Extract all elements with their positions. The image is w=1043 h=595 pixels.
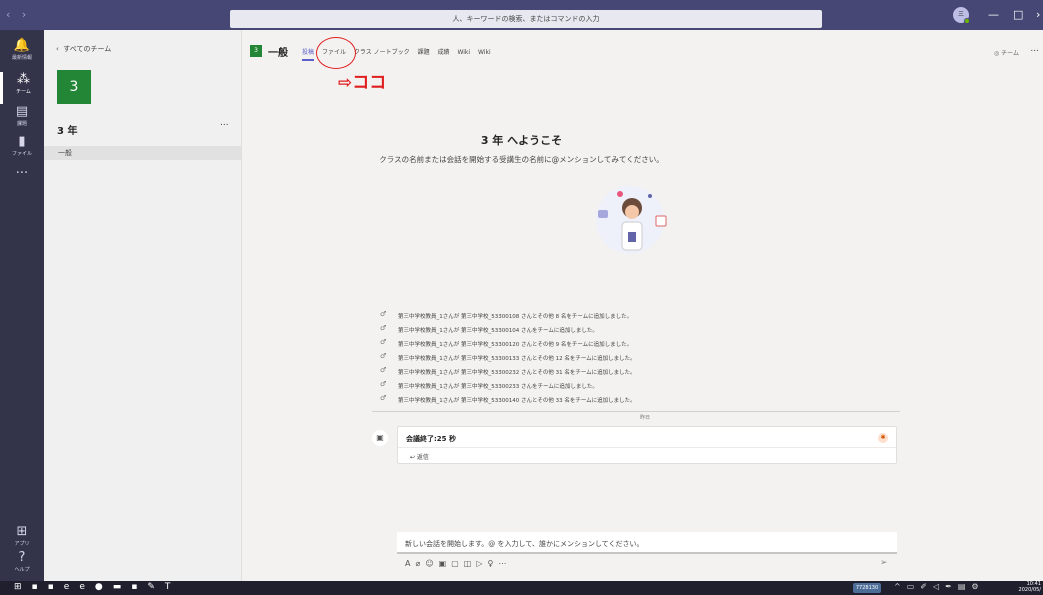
- maximize-icon[interactable]: □: [1013, 8, 1023, 21]
- rail-help[interactable]: ? ヘルプ: [0, 550, 44, 582]
- meeting-title: 会議終了:25 秒: [406, 435, 456, 443]
- emoji-icon[interactable]: ☺: [425, 559, 438, 568]
- welcome-subtitle: クラスの名前または会話を開始する受講生の名前に@メンションしてみてください。: [379, 155, 664, 164]
- taskbar-apps: ⊞▪▪ee●▬▪✎T: [14, 582, 180, 592]
- tab-posts[interactable]: 投稿: [302, 49, 315, 61]
- send-icon[interactable]: ➢: [880, 558, 888, 568]
- activity-item: ♂ 第三中学校教員_1さんが 第三中学校_53300104 さんをチームに追加しま…: [380, 324, 598, 334]
- close-icon[interactable]: ›: [1036, 8, 1040, 21]
- back-to-all-teams[interactable]: ‹ すべてのチーム: [56, 44, 111, 54]
- app-rail: 🔔 最新情報 ⁂ チーム ▤ 課題 ▮ ファイル ... ⊞ アプリ ? ヘルプ: [0, 30, 44, 581]
- start-icon[interactable]: ⊞: [14, 582, 32, 592]
- activity-item: ♂ 第三中学校教員_1さんが 第三中学校_53300140 さんとその他 33 名…: [380, 394, 636, 404]
- date-divider: [372, 411, 900, 412]
- annotation-circle: [316, 37, 356, 69]
- header-more-options[interactable]: ...: [1030, 44, 1039, 54]
- nav-arrows[interactable]: ‹ ›: [6, 8, 30, 21]
- tab-class-notebook[interactable]: クラス ノートブック: [354, 49, 410, 56]
- reply-button[interactable]: ↩ 返信: [410, 452, 429, 461]
- title-bar: ‹ › 人、キーワードの検索、またはコマンドの入力 三 — □ ›: [0, 0, 1043, 30]
- team-panel: ‹ すべてのチーム 3 3 年 ... 一般: [44, 30, 242, 581]
- settings-icon[interactable]: ⚙: [971, 582, 984, 591]
- gif-icon[interactable]: ▣: [439, 559, 452, 568]
- channel-main: 3 一般 投稿 ファイル クラス ノートブック 課題 成績 Wiki Wiki …: [242, 30, 1043, 581]
- minimize-icon[interactable]: —: [988, 8, 999, 21]
- app-icon[interactable]: ▪: [131, 582, 147, 592]
- compose-toolbar: A⌀☺▣▢◫▷♀⋯: [405, 559, 511, 568]
- channel-title: 一般: [268, 48, 288, 59]
- windows-taskbar: ⊞▪▪ee●▬▪✎T 7728130 ^▭✐◁✒▤⚙ 10:41 2020/05…: [0, 581, 1043, 595]
- pen-icon[interactable]: ✐: [920, 582, 933, 591]
- date-divider-label: 昨日: [640, 415, 651, 421]
- format-icon[interactable]: A: [405, 559, 415, 568]
- paint-icon[interactable]: ✎: [147, 582, 165, 592]
- team-button[interactable]: ◎ チーム: [994, 48, 1019, 57]
- team-more-options[interactable]: ...: [220, 118, 229, 128]
- keyboard-icon[interactable]: ▤: [958, 582, 972, 591]
- member-add-icon: ♂: [380, 394, 387, 402]
- rail-more[interactable]: ...: [0, 162, 44, 194]
- meet-now-icon[interactable]: ◫: [464, 559, 477, 568]
- system-tray: ^▭✐◁✒▤⚙: [894, 582, 985, 591]
- word-icon[interactable]: ▪: [32, 582, 48, 592]
- apps-icon: ⊞: [16, 524, 28, 539]
- praise-icon[interactable]: ♀: [488, 559, 499, 568]
- member-add-icon: ♂: [380, 380, 387, 388]
- team-tile: 3: [57, 70, 91, 104]
- pen-icon[interactable]: ✒: [945, 582, 958, 591]
- back-label: すべてのチーム: [63, 45, 112, 53]
- avatar-initials: 三: [957, 11, 964, 18]
- help-icon: ?: [18, 550, 26, 565]
- more-options-icon[interactable]: ⋯: [498, 559, 511, 568]
- member-add-icon: ♂: [380, 366, 387, 374]
- channel-header: 3 一般 投稿 ファイル クラス ノートブック 課題 成績 Wiki Wiki …: [242, 30, 1043, 70]
- chrome-icon[interactable]: ●: [95, 582, 113, 592]
- bell-icon: 🔔: [13, 38, 31, 53]
- reaction-icon[interactable]: ✱: [878, 433, 888, 443]
- tab-wiki-2[interactable]: Wiki: [478, 49, 491, 56]
- member-add-icon: ♂: [380, 324, 387, 332]
- channel-tile: 3: [250, 45, 262, 57]
- teams-taskbar-icon[interactable]: T: [165, 582, 181, 592]
- network-icon[interactable]: ▭: [907, 582, 921, 591]
- sticker-icon[interactable]: ▢: [451, 559, 464, 568]
- welcome-title: 3 年 へようこそ: [480, 134, 563, 147]
- activity-item: ♂ 第三中学校教員_1さんが 第三中学校_53300233 さんをチームに追加しま…: [380, 380, 598, 390]
- member-add-icon: ♂: [380, 352, 387, 360]
- attach-icon[interactable]: ⌀: [415, 559, 425, 568]
- activity-item: ♂ 第三中学校教員_1さんが 第三中学校_53300232 さんとその他 31 名…: [380, 366, 636, 376]
- volume-icon[interactable]: ◁: [933, 582, 945, 591]
- tab-grades[interactable]: 成績: [438, 49, 450, 56]
- chevron-up-icon[interactable]: ^: [894, 582, 907, 591]
- activity-item: ♂ 第三中学校教員_1さんが 第三中学校_53300120 さんとその他 9 名を…: [380, 338, 633, 348]
- ie-icon[interactable]: e: [79, 582, 95, 592]
- presence-indicator: [964, 18, 970, 24]
- card-divider: [398, 447, 896, 448]
- calendar-icon: ▤: [15, 104, 29, 119]
- ime-indicator[interactable]: 7728130: [853, 583, 881, 593]
- teams-icon: ⁂: [17, 72, 30, 87]
- rail-activity[interactable]: 🔔 最新情報: [0, 38, 44, 70]
- rail-teams[interactable]: ⁂ チーム: [0, 72, 44, 104]
- meeting-icon: ▣: [372, 430, 388, 446]
- user-avatar[interactable]: 三: [953, 7, 970, 24]
- member-add-icon: ♂: [380, 310, 387, 318]
- clock[interactable]: 10:41 2020/05/: [1019, 581, 1041, 593]
- edge-icon[interactable]: e: [64, 582, 80, 592]
- annotation-text: ⇨ココ: [338, 73, 387, 93]
- tab-wiki[interactable]: Wiki: [457, 49, 470, 56]
- compose-box[interactable]: 新しい会話を開始します。@ を入力して、誰かにメンションしてください。: [397, 532, 897, 554]
- app-icon[interactable]: ▪: [48, 582, 64, 592]
- member-add-icon: ♂: [380, 338, 387, 346]
- tab-assignments[interactable]: 課題: [418, 49, 430, 56]
- meeting-card[interactable]: 会議終了:25 秒 ✱ ↩ 返信: [397, 426, 897, 464]
- stream-icon[interactable]: ▷: [476, 559, 487, 568]
- compose-placeholder: 新しい会話を開始します。@ を入力して、誰かにメンションしてください。: [405, 540, 644, 548]
- activity-item: ♂ 第三中学校教員_1さんが 第三中学校_53300108 さんとその他 8 名を…: [380, 310, 633, 320]
- date-text: 2020/05/: [1018, 587, 1041, 593]
- activity-item: ♂ 第三中学校教員_1さんが 第三中学校_53300133 さんとその他 12 名…: [380, 352, 636, 362]
- explorer-icon[interactable]: ▬: [113, 582, 132, 592]
- search-input[interactable]: 人、キーワードの検索、またはコマンドの入力: [230, 10, 822, 28]
- welcome-illustration: [596, 186, 667, 254]
